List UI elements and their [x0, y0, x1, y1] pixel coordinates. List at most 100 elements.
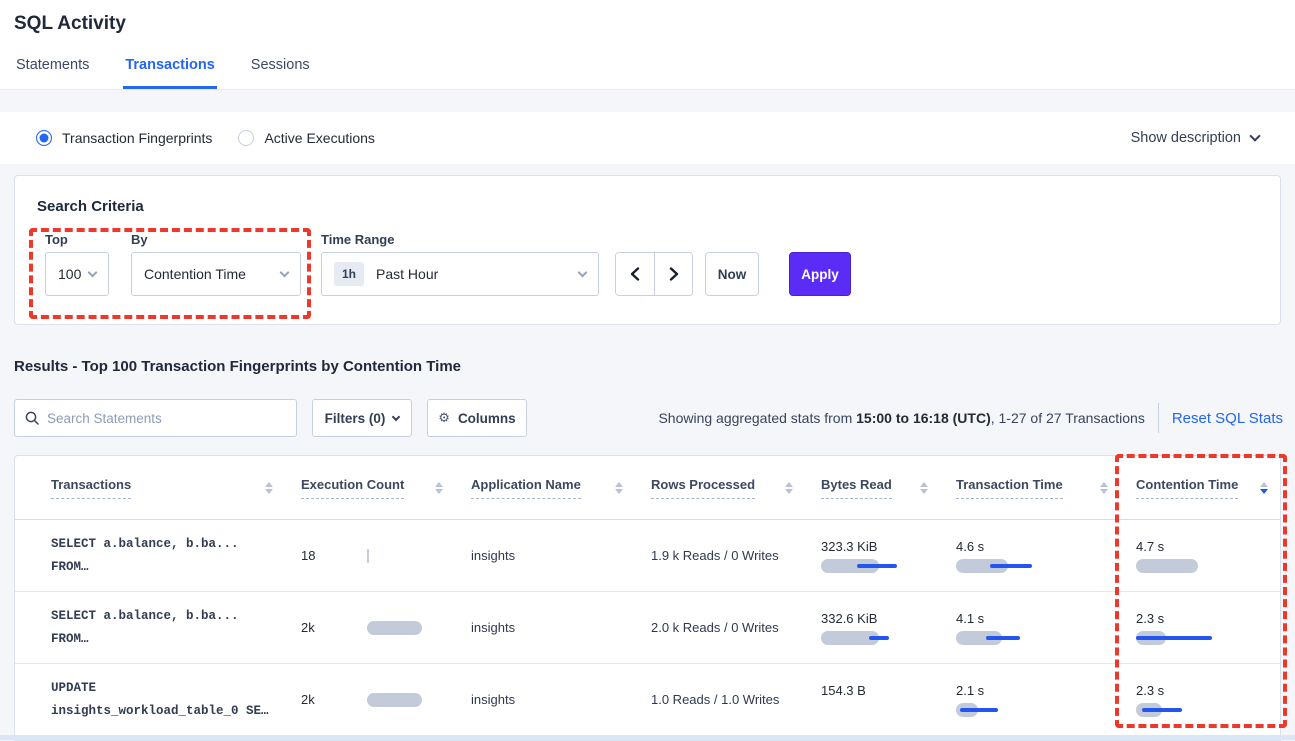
- bytes-read-cell: 323.3 KiB: [821, 539, 956, 573]
- results-heading: Results - Top 100 Transaction Fingerprin…: [14, 358, 461, 375]
- rows-processed-cell: 2.0 k Reads / 0 Writes: [651, 620, 821, 635]
- now-button[interactable]: Now: [705, 252, 759, 296]
- transaction-time-cell: 4.6 s: [956, 539, 1136, 573]
- next-time-range-button[interactable]: [654, 253, 692, 295]
- time-range-badge: 1h: [334, 262, 364, 286]
- application-name-cell: insights: [471, 692, 651, 707]
- contention-time-stddev-line: [1142, 708, 1182, 712]
- execution-count-bar: [367, 549, 369, 563]
- tab-transactions[interactable]: Transactions: [123, 57, 216, 89]
- application-name-cell: insights: [471, 548, 651, 563]
- gear-icon: ⚙: [438, 411, 450, 426]
- aggregated-stats-text: Showing aggregated stats from 15:00 to 1…: [658, 410, 1144, 426]
- bytes-read-stddev-line: [857, 564, 897, 568]
- table-header-row: Transactions Execution Count Application…: [15, 456, 1280, 520]
- by-select-value: Contention Time: [144, 266, 246, 282]
- show-description-label: Show description: [1131, 130, 1241, 146]
- transaction-time-stddev-line: [960, 708, 998, 712]
- time-range-select[interactable]: 1h Past Hour: [321, 252, 599, 296]
- page-header: SQL Activity Statements Transactions Ses…: [0, 0, 1295, 90]
- search-statements-box: [14, 399, 297, 437]
- execution-count-cell: 2k: [301, 692, 471, 707]
- filters-button[interactable]: Filters (0): [312, 399, 412, 437]
- show-description-toggle[interactable]: Show description: [1131, 130, 1259, 146]
- execution-count-bar: [367, 693, 422, 707]
- bytes-read-cell: 332.6 KiB: [821, 611, 956, 645]
- application-name-cell: insights: [471, 620, 651, 635]
- rows-processed-cell: 1.0 Reads / 1.0 Writes: [651, 692, 821, 707]
- table-row[interactable]: UPDATE insights_workload_table_0 SE… 2k …: [15, 664, 1280, 736]
- time-range-value: Past Hour: [376, 266, 438, 282]
- column-header-contention-time[interactable]: Contention Time: [1136, 477, 1280, 499]
- search-icon: [25, 411, 39, 425]
- sort-icon[interactable]: [785, 482, 793, 494]
- column-header-execution-count[interactable]: Execution Count: [301, 477, 471, 499]
- execution-count-bar: [367, 621, 422, 635]
- column-header-rows-processed[interactable]: Rows Processed: [651, 477, 821, 499]
- columns-button[interactable]: ⚙ Columns: [427, 399, 527, 437]
- execution-count-cell: 2k: [301, 620, 471, 635]
- by-select[interactable]: Contention Time: [131, 252, 301, 296]
- transaction-fingerprint[interactable]: SELECT a.balance, b.ba... FROM…: [51, 533, 301, 579]
- radio-label: Active Executions: [264, 130, 375, 146]
- transactions-table: Transactions Execution Count Application…: [14, 455, 1281, 741]
- radio-label: Transaction Fingerprints: [62, 130, 212, 146]
- view-toggle-bar: Transaction Fingerprints Active Executio…: [0, 112, 1295, 164]
- tab-bar: Statements Transactions Sessions: [14, 57, 312, 89]
- stats-cluster: Showing aggregated stats from 15:00 to 1…: [658, 399, 1283, 437]
- column-header-transaction-time[interactable]: Transaction Time: [956, 477, 1136, 499]
- transaction-time-cell: 2.1 s: [956, 683, 1136, 717]
- bytes-read-stddev-line: [869, 636, 889, 640]
- chevron-right-icon: [669, 267, 679, 281]
- columns-label: Columns: [458, 411, 516, 426]
- transaction-fingerprint[interactable]: UPDATE insights_workload_table_0 SE…: [51, 677, 301, 723]
- top-label: Top: [45, 232, 68, 247]
- search-statements-input[interactable]: [47, 411, 286, 426]
- column-header-application-name[interactable]: Application Name: [471, 477, 651, 499]
- vertical-divider: [1158, 403, 1159, 433]
- contention-time-stddev-line: [1136, 636, 1212, 640]
- table-row[interactable]: SELECT a.balance, b.ba... FROM… 2k insig…: [15, 592, 1280, 664]
- sort-icon-active-desc[interactable]: [1260, 482, 1268, 494]
- chevron-down-icon: [578, 267, 588, 277]
- tab-statements[interactable]: Statements: [14, 57, 91, 89]
- contention-time-cell: 4.7 s: [1136, 539, 1280, 573]
- contention-time-cell: 2.3 s: [1136, 683, 1280, 717]
- results-toolbar: Filters (0) ⚙ Columns Showing aggregated…: [0, 399, 1295, 437]
- sort-icon[interactable]: [265, 482, 273, 494]
- reset-sql-stats-link[interactable]: Reset SQL Stats: [1172, 410, 1283, 427]
- bytes-read-cell: 154.3 B: [821, 683, 956, 717]
- top-select-value: 100: [58, 266, 81, 282]
- chevron-down-icon: [1249, 130, 1260, 141]
- radio-selected-icon: [36, 130, 52, 146]
- transaction-fingerprint[interactable]: SELECT a.balance, b.ba... FROM…: [51, 605, 301, 651]
- previous-time-range-button[interactable]: [616, 253, 654, 295]
- contention-time-cell: 2.3 s: [1136, 611, 1280, 645]
- transaction-time-stddev-line: [986, 636, 1020, 640]
- search-criteria-panel: Search Criteria Top By Time Range 100 Co…: [14, 175, 1281, 325]
- radio-unselected-icon: [238, 130, 254, 146]
- contention-time-bar: [1136, 559, 1198, 573]
- page-title: SQL Activity: [14, 13, 126, 35]
- column-header-transactions[interactable]: Transactions: [51, 477, 301, 499]
- top-select[interactable]: 100: [45, 252, 109, 296]
- column-header-bytes-read[interactable]: Bytes Read: [821, 477, 956, 499]
- tab-sessions[interactable]: Sessions: [249, 57, 312, 89]
- sort-icon[interactable]: [435, 482, 443, 494]
- filters-label: Filters (0): [325, 411, 386, 426]
- execution-count-cell: 18: [301, 548, 471, 563]
- chevron-down-icon: [88, 267, 98, 277]
- apply-button[interactable]: Apply: [789, 252, 851, 296]
- sort-icon[interactable]: [920, 482, 928, 494]
- table-row[interactable]: SELECT a.balance, b.ba... FROM… 18 insig…: [15, 520, 1280, 592]
- by-label: By: [131, 232, 148, 247]
- sort-icon[interactable]: [615, 482, 623, 494]
- transaction-time-stddev-line: [990, 564, 1032, 568]
- chevron-down-icon: [392, 412, 400, 420]
- chevron-left-icon: [630, 267, 640, 281]
- bottom-strip: [0, 735, 1295, 740]
- transaction-time-cell: 4.1 s: [956, 611, 1136, 645]
- radio-transaction-fingerprints[interactable]: Transaction Fingerprints: [36, 130, 212, 146]
- sort-icon[interactable]: [1100, 482, 1108, 494]
- radio-active-executions[interactable]: Active Executions: [238, 130, 375, 146]
